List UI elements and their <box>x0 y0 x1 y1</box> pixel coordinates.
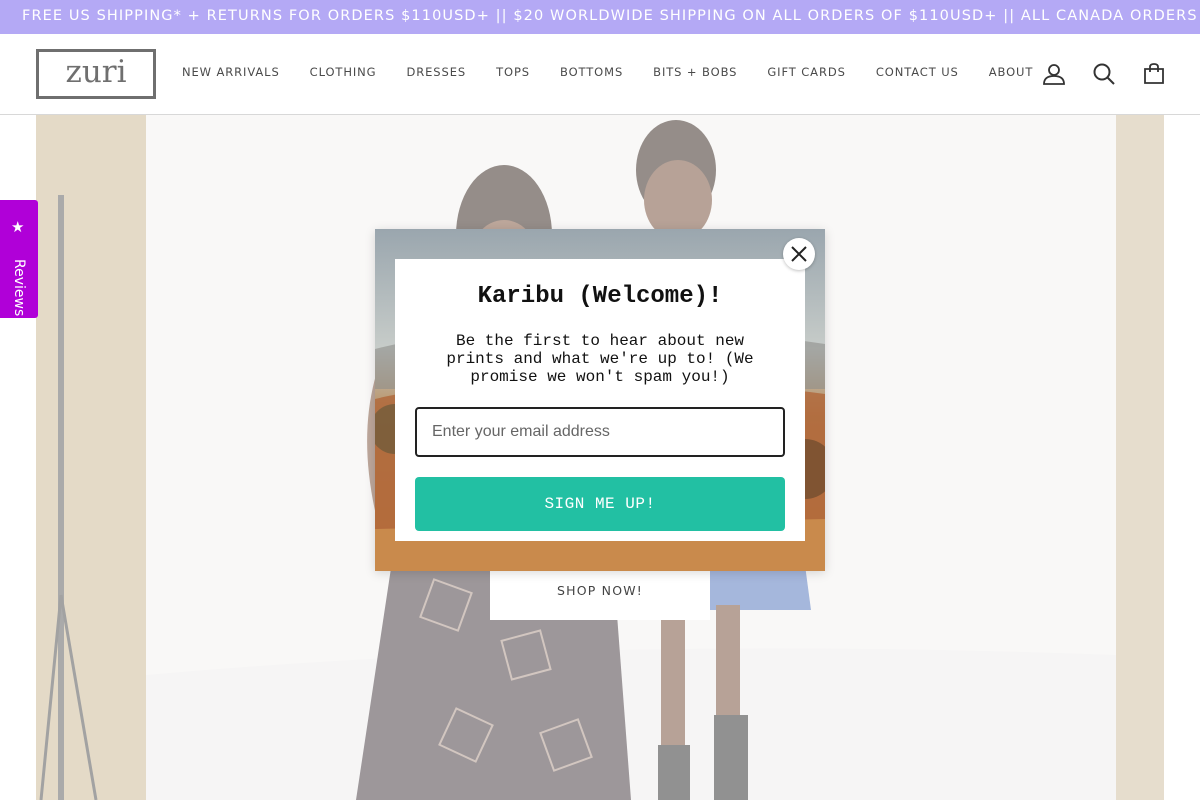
popup-title: Karibu (Welcome)! <box>477 283 723 310</box>
reviews-tab[interactable]: ★ Reviews <box>0 200 38 318</box>
announcement-bar: FREE US SHIPPING* + RETURNS FOR ORDERS $… <box>0 0 1200 34</box>
announcement-text: FREE US SHIPPING* + RETURNS FOR ORDERS $… <box>22 8 1200 24</box>
close-popup-button[interactable] <box>783 238 815 270</box>
popup-content: Karibu (Welcome)! Be the first to hear a… <box>395 259 805 541</box>
search-icon[interactable] <box>1092 62 1116 86</box>
email-field[interactable] <box>415 407 785 457</box>
cart-icon[interactable] <box>1142 62 1166 86</box>
sign-up-button[interactable]: SIGN ME UP! <box>415 477 785 531</box>
popup-body-text: Be the first to hear about new prints an… <box>446 332 754 386</box>
account-icon[interactable] <box>1042 62 1066 86</box>
site-logo[interactable]: zuri <box>36 49 156 99</box>
nav-clothing[interactable]: CLOTHING <box>295 65 392 83</box>
logo-text: zuri <box>65 53 127 90</box>
close-icon <box>791 246 807 262</box>
star-icon: ★ <box>11 219 25 236</box>
main-nav: NEW ARRIVALS CLOTHING DRESSES TOPS BOTTO… <box>167 65 1048 83</box>
nav-bits-bobs[interactable]: BITS + BOBS <box>638 65 752 83</box>
nav-dresses[interactable]: DRESSES <box>392 65 482 83</box>
reviews-label: Reviews <box>11 259 27 317</box>
nav-about[interactable]: ABOUT <box>974 65 1049 83</box>
nav-tops[interactable]: TOPS <box>481 65 545 83</box>
nav-bottoms[interactable]: BOTTOMS <box>545 65 638 83</box>
nav-contact-us[interactable]: CONTACT US <box>861 65 974 83</box>
nav-new-arrivals[interactable]: NEW ARRIVALS <box>167 65 295 83</box>
nav-gift-cards[interactable]: GIFT CARDS <box>752 65 860 83</box>
site-header: zuri NEW ARRIVALS CLOTHING DRESSES TOPS … <box>0 34 1200 115</box>
